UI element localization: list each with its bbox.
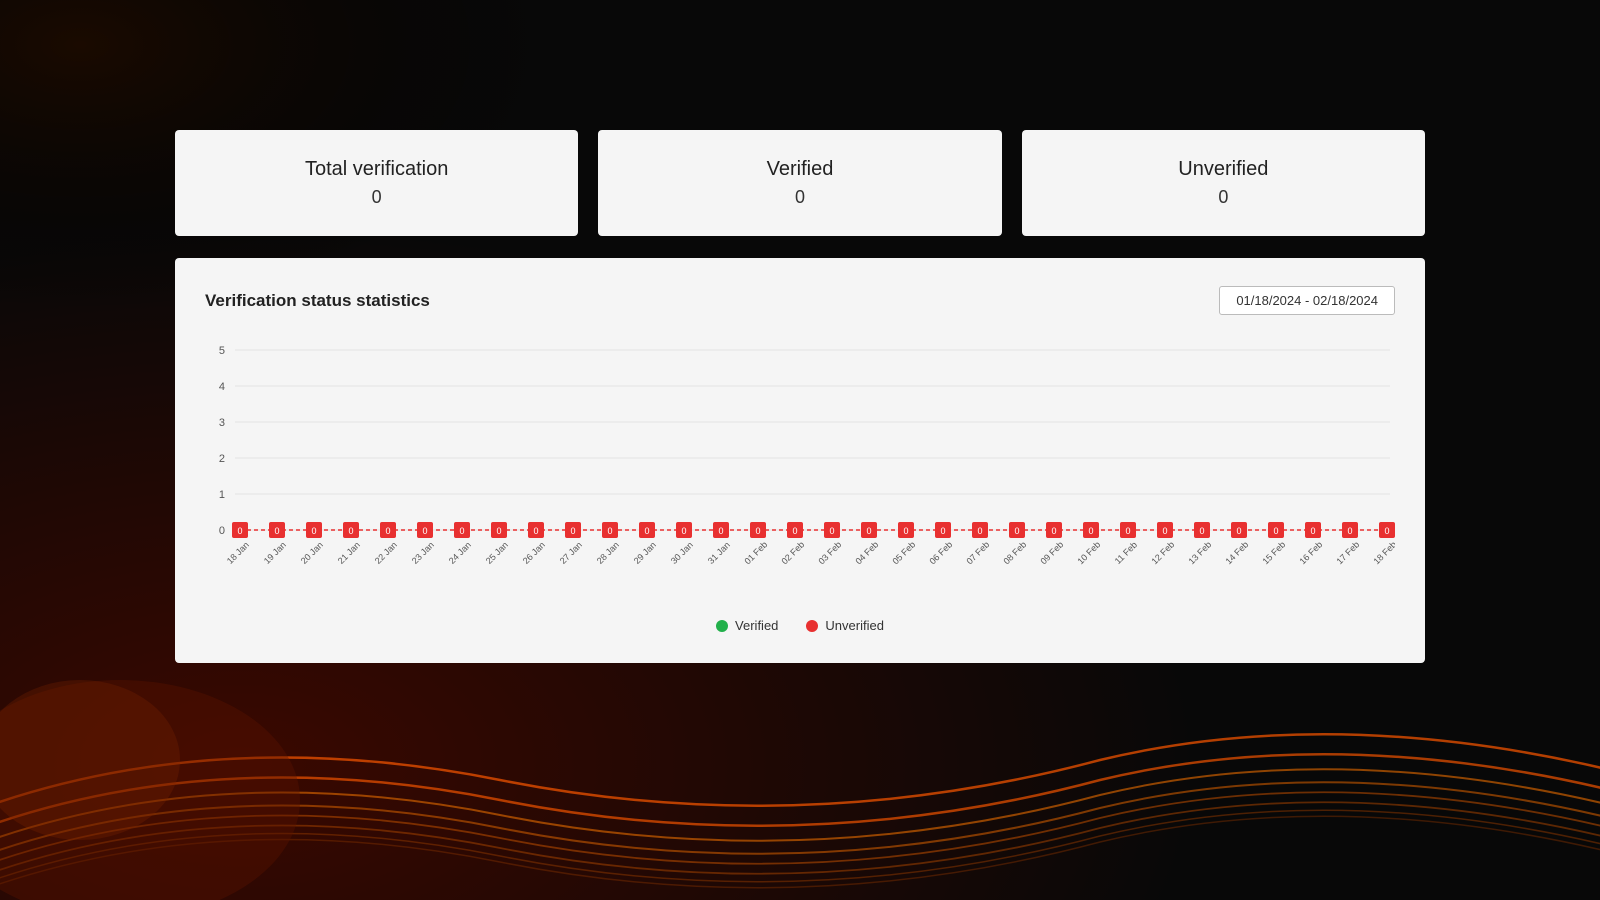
svg-text:0: 0 bbox=[1199, 526, 1204, 536]
svg-text:2: 2 bbox=[219, 453, 225, 465]
svg-text:27 Jan: 27 Jan bbox=[558, 540, 584, 566]
svg-text:24 Jan: 24 Jan bbox=[447, 540, 473, 566]
svg-text:0: 0 bbox=[718, 526, 723, 536]
svg-text:0: 0 bbox=[1051, 526, 1056, 536]
svg-text:0: 0 bbox=[1310, 526, 1315, 536]
svg-text:0: 0 bbox=[1088, 526, 1093, 536]
svg-text:5: 5 bbox=[219, 345, 225, 357]
svg-text:18 Feb: 18 Feb bbox=[1371, 539, 1395, 566]
unverified-card: Unverified 0 bbox=[1022, 130, 1425, 236]
svg-text:01 Feb: 01 Feb bbox=[742, 539, 769, 566]
svg-text:0: 0 bbox=[1014, 526, 1019, 536]
legend-unverified: Unverified bbox=[806, 618, 884, 633]
svg-text:0: 0 bbox=[866, 526, 871, 536]
unverified-value: 0 bbox=[1218, 187, 1228, 208]
svg-text:0: 0 bbox=[1384, 526, 1389, 536]
svg-text:0: 0 bbox=[1273, 526, 1278, 536]
svg-text:0: 0 bbox=[829, 526, 834, 536]
date-range-badge[interactable]: 01/18/2024 - 02/18/2024 bbox=[1219, 286, 1395, 315]
chart-panel: Verification status statistics 01/18/202… bbox=[175, 258, 1425, 663]
content-area: Total verification 0 Verified 0 Unverifi… bbox=[0, 0, 1600, 663]
svg-text:09 Feb: 09 Feb bbox=[1038, 539, 1065, 566]
svg-text:0: 0 bbox=[644, 526, 649, 536]
svg-text:1: 1 bbox=[219, 489, 225, 501]
unverified-legend-label: Unverified bbox=[825, 618, 884, 633]
svg-text:4: 4 bbox=[219, 381, 225, 393]
svg-text:0: 0 bbox=[792, 526, 797, 536]
verified-card: Verified 0 bbox=[598, 130, 1001, 236]
total-verification-title: Total verification bbox=[305, 158, 448, 181]
svg-text:08 Feb: 08 Feb bbox=[1001, 539, 1028, 566]
svg-text:11 Feb: 11 Feb bbox=[1113, 540, 1139, 566]
svg-text:10 Feb: 10 Feb bbox=[1075, 539, 1102, 566]
svg-text:22 Jan: 22 Jan bbox=[373, 540, 399, 566]
svg-text:0: 0 bbox=[977, 526, 982, 536]
svg-text:0: 0 bbox=[903, 526, 908, 536]
total-verification-value: 0 bbox=[372, 187, 382, 208]
svg-text:0: 0 bbox=[940, 526, 945, 536]
svg-text:0: 0 bbox=[570, 526, 575, 536]
svg-text:14 Feb: 14 Feb bbox=[1223, 539, 1250, 566]
svg-text:23 Jan: 23 Jan bbox=[410, 540, 436, 566]
svg-text:17 Feb: 17 Feb bbox=[1334, 539, 1361, 566]
unverified-title: Unverified bbox=[1178, 158, 1268, 181]
svg-text:0: 0 bbox=[1162, 526, 1167, 536]
total-verification-card: Total verification 0 bbox=[175, 130, 578, 236]
svg-text:02 Feb: 02 Feb bbox=[779, 539, 806, 566]
svg-text:19 Jan: 19 Jan bbox=[262, 540, 288, 566]
verified-legend-label: Verified bbox=[735, 618, 778, 633]
svg-text:0: 0 bbox=[237, 526, 242, 536]
summary-cards: Total verification 0 Verified 0 Unverifi… bbox=[175, 130, 1425, 236]
verified-title: Verified bbox=[767, 158, 834, 181]
svg-text:0: 0 bbox=[348, 526, 353, 536]
svg-text:06 Feb: 06 Feb bbox=[927, 539, 954, 566]
svg-text:28 Jan: 28 Jan bbox=[595, 540, 621, 566]
svg-text:0: 0 bbox=[385, 526, 390, 536]
svg-text:12 Feb: 12 Feb bbox=[1149, 539, 1176, 566]
svg-text:15 Feb: 15 Feb bbox=[1260, 539, 1287, 566]
svg-text:0: 0 bbox=[1125, 526, 1130, 536]
svg-text:3: 3 bbox=[219, 417, 225, 429]
svg-text:05 Feb: 05 Feb bbox=[890, 539, 917, 566]
svg-text:0: 0 bbox=[533, 526, 538, 536]
svg-text:25 Jan: 25 Jan bbox=[484, 540, 510, 566]
chart-svg: .axis-label { font-size: 11px; fill: #55… bbox=[205, 335, 1395, 595]
svg-text:04 Feb: 04 Feb bbox=[853, 539, 880, 566]
verified-legend-dot bbox=[716, 620, 728, 632]
svg-text:16 Feb: 16 Feb bbox=[1297, 539, 1324, 566]
svg-text:20 Jan: 20 Jan bbox=[299, 540, 325, 566]
svg-text:0: 0 bbox=[607, 526, 612, 536]
svg-text:0: 0 bbox=[1236, 526, 1241, 536]
svg-text:30 Jan: 30 Jan bbox=[669, 540, 695, 566]
svg-text:26 Jan: 26 Jan bbox=[521, 540, 547, 566]
unverified-legend-dot bbox=[806, 620, 818, 632]
svg-text:03 Feb: 03 Feb bbox=[816, 539, 843, 566]
svg-text:0: 0 bbox=[422, 526, 427, 536]
chart-title: Verification status statistics bbox=[205, 291, 430, 311]
svg-text:18 Jan: 18 Jan bbox=[225, 540, 251, 566]
svg-text:0: 0 bbox=[274, 526, 279, 536]
chart-container: .axis-label { font-size: 11px; fill: #55… bbox=[205, 335, 1395, 600]
svg-text:0: 0 bbox=[755, 526, 760, 536]
svg-text:13 Feb: 13 Feb bbox=[1186, 539, 1213, 566]
svg-text:0: 0 bbox=[459, 526, 464, 536]
verified-value: 0 bbox=[795, 187, 805, 208]
svg-text:07 Feb: 07 Feb bbox=[964, 539, 991, 566]
chart-legend: Verified Unverified bbox=[205, 618, 1395, 633]
svg-text:0: 0 bbox=[311, 526, 316, 536]
svg-text:0: 0 bbox=[1347, 526, 1352, 536]
svg-text:0: 0 bbox=[496, 526, 501, 536]
svg-text:31 Jan: 31 Jan bbox=[706, 540, 732, 566]
svg-text:29 Jan: 29 Jan bbox=[632, 540, 658, 566]
svg-text:0: 0 bbox=[681, 526, 686, 536]
svg-text:0: 0 bbox=[219, 525, 225, 537]
svg-text:21 Jan: 21 Jan bbox=[336, 540, 362, 566]
chart-header: Verification status statistics 01/18/202… bbox=[205, 286, 1395, 315]
legend-verified: Verified bbox=[716, 618, 778, 633]
